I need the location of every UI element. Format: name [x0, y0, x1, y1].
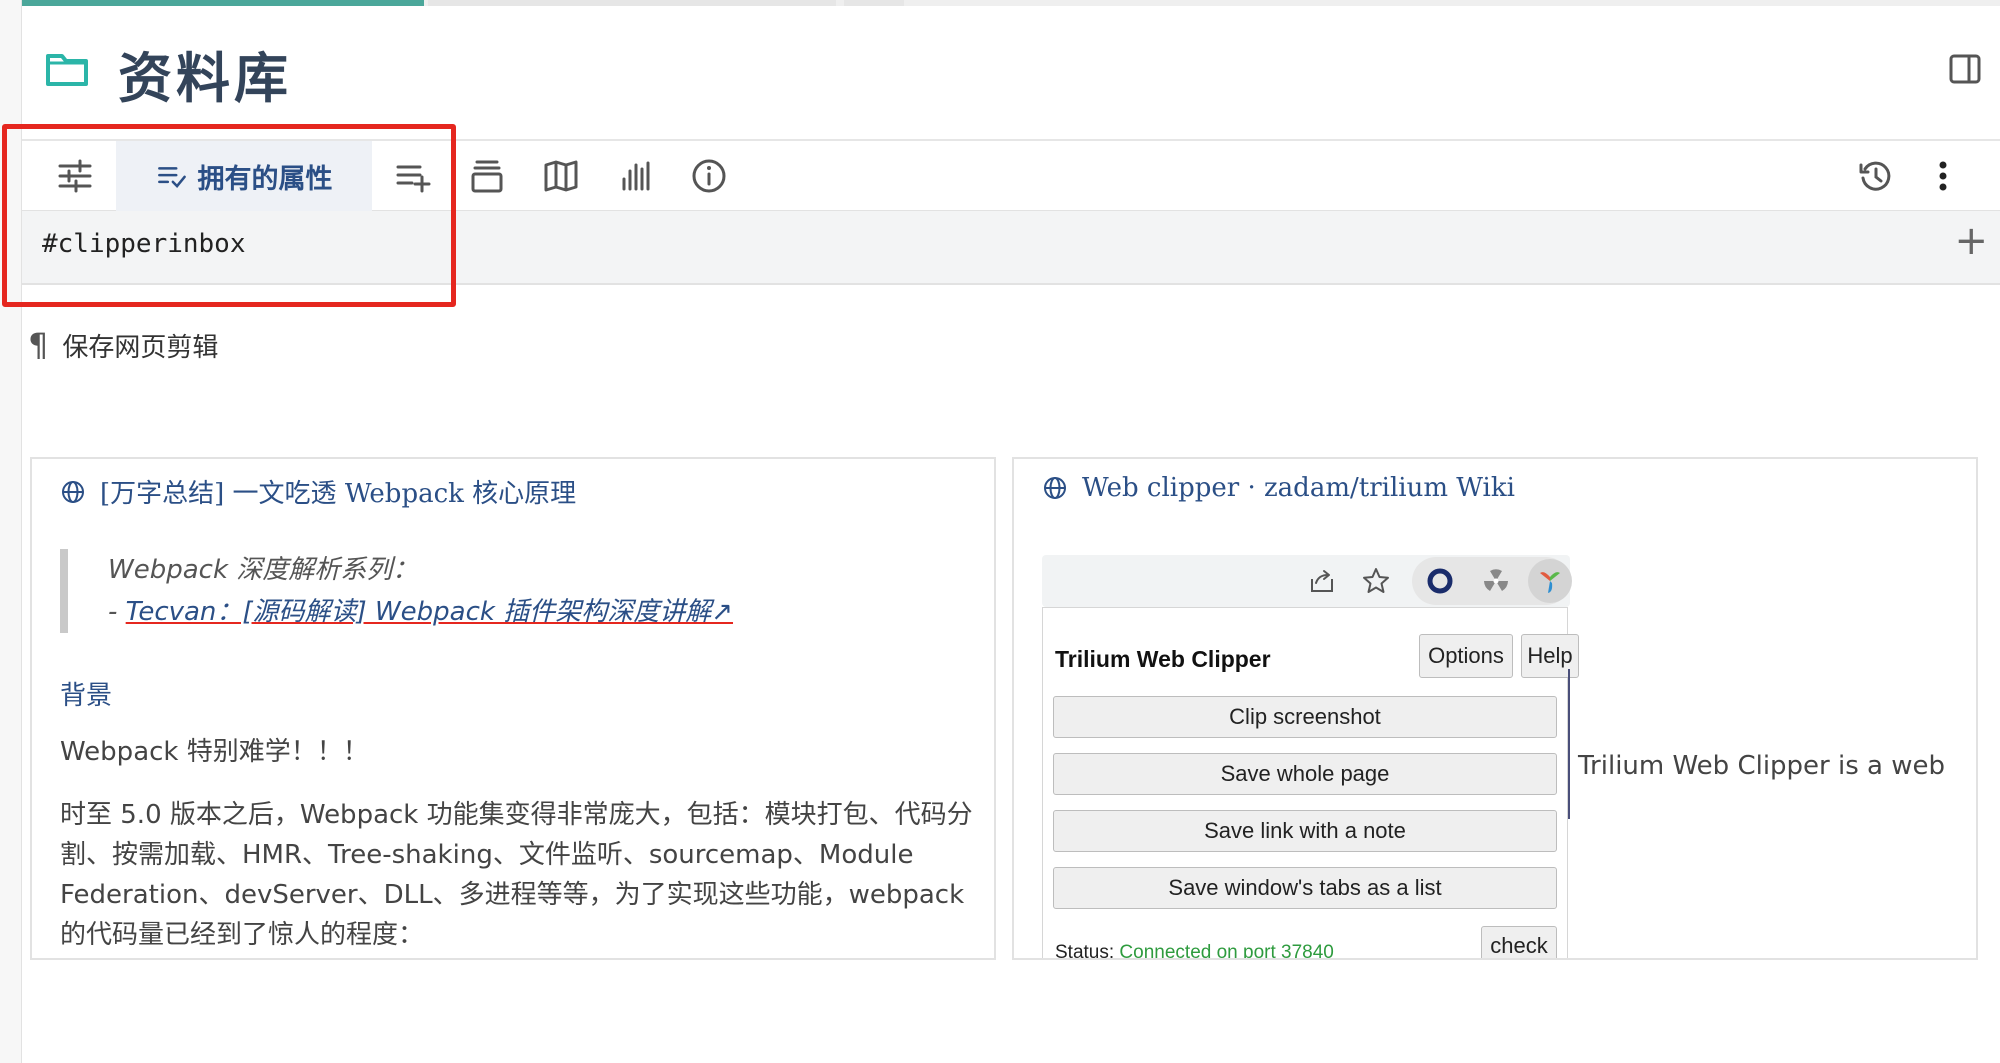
right-panel-toggle-icon[interactable] [1948, 52, 1982, 86]
external-link[interactable]: Tecvan：[源码解读] Webpack 插件架构深度讲解↗ [126, 597, 733, 627]
similar-notes-icon [622, 161, 650, 191]
quote-line: Webpack 深度解析系列： [108, 555, 419, 585]
content-paragraph: ¶ 保存网页剪辑 [28, 326, 218, 364]
extension-circle-icon [1427, 568, 1453, 594]
note-map-icon [544, 160, 578, 192]
add-attribute-button[interactable]: + [1954, 221, 1988, 261]
quote-link-line: - Tecvan：[源码解读] Webpack 插件架构深度讲解↗ [108, 591, 760, 633]
clip-screenshot-button[interactable]: Clip screenshot [1053, 696, 1557, 738]
included-note-card-web-clipper: Web clipper · zadam/trilium Wiki Trilium… [1012, 457, 1978, 960]
globe-icon [1044, 477, 1066, 499]
description-text: Trilium Web Clipper is a web [1578, 751, 1945, 781]
note-paths-icon [471, 160, 503, 193]
more-menu-icon [1939, 161, 1947, 191]
card-title-text: [万字总结] 一文吃透 Webpack 核心原理 [100, 479, 577, 509]
check-button[interactable]: check [1481, 926, 1557, 958]
status-value: Connected on port 37840 [1119, 942, 1334, 960]
options-button[interactable]: Options [1419, 634, 1513, 678]
screenshot-browser-toolbar [1042, 555, 1572, 607]
star-icon [1363, 568, 1389, 593]
note-info-button[interactable] [676, 141, 742, 211]
web-clipper-popup: Trilium Web Clipper Options Help Clip sc… [1042, 607, 1579, 960]
share-icon [1311, 570, 1333, 592]
revisions-button[interactable] [1846, 141, 1906, 211]
card-title-text: Web clipper · zadam/trilium Wiki [1082, 473, 1515, 503]
save-tabs-as-list-button[interactable]: Save window's tabs as a list [1053, 867, 1557, 909]
body-paragraph: 时至 5.0 版本之后，Webpack 功能集变得非常庞大，包括：模块打包、代码… [60, 800, 973, 950]
folder-icon [46, 54, 88, 86]
note-title[interactable]: 资料库 [118, 34, 292, 113]
pilcrow-icon: ¶ [28, 326, 49, 364]
popup-title: Trilium Web Clipper [1055, 646, 1271, 672]
card-title[interactable]: [万字总结] 一文吃透 Webpack 核心原理 [60, 473, 576, 510]
body-paragraph: Webpack 特别难学！！！ [60, 737, 369, 767]
note-title-row: 资料库 [22, 6, 2000, 141]
trilium-icon[interactable] [1534, 565, 1566, 597]
status-label: Status: [1055, 942, 1120, 960]
more-menu-button[interactable] [1918, 141, 1968, 211]
help-button[interactable]: Help [1521, 634, 1579, 678]
note-info-icon [692, 159, 726, 193]
included-note-card-webpack: [万字总结] 一文吃透 Webpack 核心原理 Webpack 深度解析系列：… [30, 457, 996, 960]
note-map-button[interactable] [528, 141, 594, 211]
note-paths-button[interactable] [454, 141, 520, 211]
quote-prefix: - [108, 597, 126, 627]
vertical-rule [1568, 669, 1570, 819]
card-title[interactable]: Web clipper · zadam/trilium Wiki [1042, 473, 1515, 503]
save-link-with-note-button[interactable]: Save link with a note [1053, 810, 1557, 852]
globe-icon [62, 480, 84, 503]
save-whole-page-button[interactable]: Save whole page [1053, 753, 1557, 795]
section-heading: 背景 [60, 681, 113, 711]
paragraph-text[interactable]: 保存网页剪辑 [62, 327, 218, 364]
revisions-icon [1859, 161, 1891, 191]
blockquote: Webpack 深度解析系列： - Tecvan：[源码解读] Webpack … [60, 549, 760, 633]
radiation-icon [1484, 569, 1508, 591]
similar-notes-button[interactable] [602, 141, 668, 211]
connection-status: Status: Connected on port 37840 [1055, 942, 1334, 960]
highlight-annotation-box [2, 124, 456, 307]
